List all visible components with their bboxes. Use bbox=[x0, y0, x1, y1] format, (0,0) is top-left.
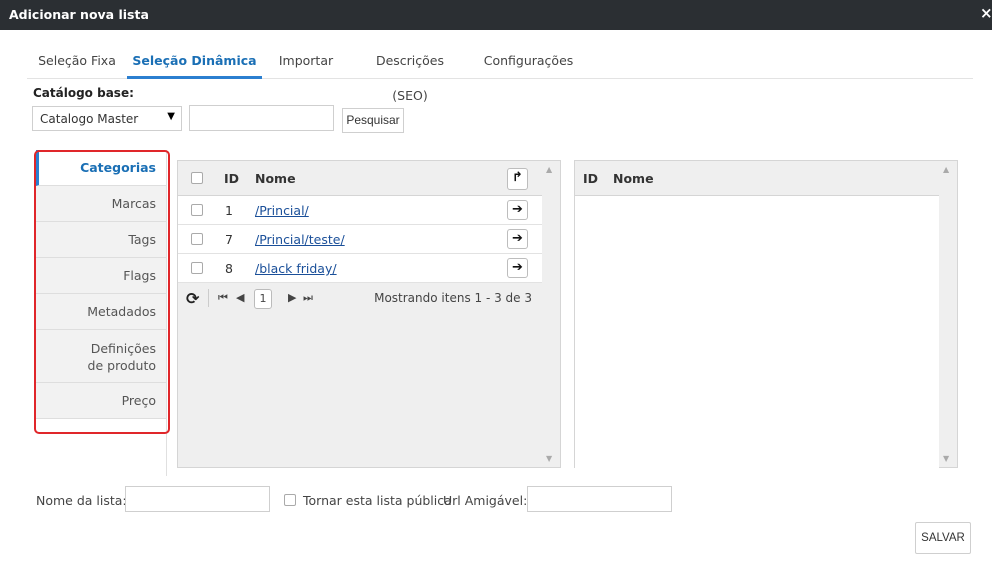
tab-selecao-dinamica[interactable]: Seleção Dinâmica bbox=[127, 43, 262, 79]
nav-item-tags[interactable]: Tags bbox=[36, 222, 166, 258]
scroll-down-icon[interactable]: ▼ bbox=[943, 454, 949, 463]
first-page-icon[interactable]: ⏮ bbox=[218, 291, 228, 305]
row-id: 8 bbox=[225, 261, 233, 276]
scrollbar[interactable]: ▲ ▼ bbox=[939, 161, 957, 467]
arrow-right-icon[interactable]: ➔ bbox=[507, 200, 528, 220]
table-row[interactable]: 8 /black friday/ ➔ bbox=[178, 254, 542, 283]
next-page-icon[interactable]: ▶ bbox=[288, 291, 296, 304]
pager-status: Mostrando itens 1 - 3 de 3 bbox=[374, 291, 532, 305]
nav-item-categorias[interactable]: Categorias bbox=[36, 150, 166, 186]
current-page[interactable]: 1 bbox=[254, 289, 272, 309]
nav-item-definicoes-de-produto[interactable]: Definições de produto bbox=[36, 330, 166, 383]
caret-down-icon: ▼ bbox=[167, 111, 175, 122]
grid-pager: ⟳ ⏮ ◀ 1 ▶ ⏭ Mostrando itens 1 - 3 de 3 bbox=[178, 283, 542, 313]
nav-item-preco[interactable]: Preço bbox=[36, 383, 166, 419]
scroll-up-icon[interactable]: ▲ bbox=[546, 165, 552, 174]
grid-header: ID Nome bbox=[575, 161, 939, 196]
arrow-right-icon[interactable]: ➔ bbox=[507, 229, 528, 249]
catalog-search-input[interactable] bbox=[189, 105, 334, 131]
scroll-down-icon[interactable]: ▼ bbox=[546, 454, 552, 463]
row-checkbox[interactable] bbox=[191, 204, 203, 216]
list-name-input[interactable] bbox=[125, 486, 270, 512]
select-all-checkbox[interactable] bbox=[191, 172, 203, 184]
column-nome: Nome bbox=[613, 171, 654, 186]
friendly-url-label: Url Amigável: bbox=[443, 493, 528, 508]
row-name-link[interactable]: /Princial/ bbox=[255, 203, 309, 218]
table-row[interactable]: 1 /Princial/ ➔ bbox=[178, 196, 542, 225]
selected-items-list bbox=[575, 196, 939, 468]
window-titlebar: Adicionar nova lista × bbox=[0, 0, 992, 30]
column-id: ID bbox=[224, 171, 240, 186]
column-id: ID bbox=[583, 171, 599, 186]
tab-selecao-fixa[interactable]: Seleção Fixa bbox=[27, 43, 127, 78]
tab-configuracoes[interactable]: Configurações bbox=[483, 43, 574, 78]
nav-item-flags[interactable]: Flags bbox=[36, 258, 166, 294]
scroll-up-icon[interactable]: ▲ bbox=[943, 165, 949, 174]
tab-descricoes-seo[interactable]: Descrições (SEO) bbox=[357, 43, 463, 103]
row-name-link[interactable]: /Princial/teste/ bbox=[255, 232, 345, 247]
nav-divider bbox=[166, 150, 167, 476]
add-all-button[interactable]: ↱ bbox=[507, 168, 528, 190]
available-items-grid: ID Nome ↱ 1 /Princial/ ➔ 7 /Princial/tes… bbox=[177, 160, 561, 468]
filter-type-nav: Categorias Marcas Tags Flags Metadados D… bbox=[36, 150, 168, 476]
scrollbar[interactable]: ▲ ▼ bbox=[542, 161, 560, 467]
grid-header: ID Nome ↱ bbox=[178, 161, 542, 196]
selected-items-grid: ID Nome ▲ ▼ bbox=[574, 160, 958, 468]
column-nome: Nome bbox=[255, 171, 296, 186]
close-icon[interactable]: × bbox=[980, 4, 992, 22]
public-list-checkbox[interactable] bbox=[284, 494, 296, 506]
pager-divider bbox=[208, 289, 209, 307]
catalog-selected-value: Catalogo Master bbox=[40, 112, 139, 126]
friendly-url-input[interactable] bbox=[527, 486, 672, 512]
arrow-right-icon[interactable]: ➔ bbox=[507, 258, 528, 278]
nav-item-marcas[interactable]: Marcas bbox=[36, 186, 166, 222]
window-title: Adicionar nova lista bbox=[9, 7, 149, 22]
refresh-icon[interactable]: ⟳ bbox=[186, 289, 199, 308]
row-name-link[interactable]: /black friday/ bbox=[255, 261, 337, 276]
list-name-label: Nome da lista: bbox=[36, 493, 127, 508]
save-button[interactable]: SALVAR bbox=[915, 522, 971, 554]
public-list-label: Tornar esta lista pública bbox=[303, 493, 452, 508]
prev-page-icon[interactable]: ◀ bbox=[236, 291, 244, 304]
row-checkbox[interactable] bbox=[191, 262, 203, 274]
catalog-label: Catálogo base: bbox=[33, 86, 134, 100]
catalog-select[interactable]: Catalogo Master ▼ bbox=[32, 106, 182, 131]
row-checkbox[interactable] bbox=[191, 233, 203, 245]
last-page-icon[interactable]: ⏭ bbox=[303, 291, 313, 305]
row-id: 1 bbox=[225, 203, 233, 218]
table-row[interactable]: 7 /Princial/teste/ ➔ bbox=[178, 225, 542, 254]
search-button[interactable]: Pesquisar bbox=[342, 108, 404, 133]
row-id: 7 bbox=[225, 232, 233, 247]
tab-importar[interactable]: Importar bbox=[271, 43, 341, 78]
nav-item-metadados[interactable]: Metadados bbox=[36, 294, 166, 330]
tab-bar: Seleção Fixa Seleção Dinâmica Importar D… bbox=[27, 43, 973, 103]
